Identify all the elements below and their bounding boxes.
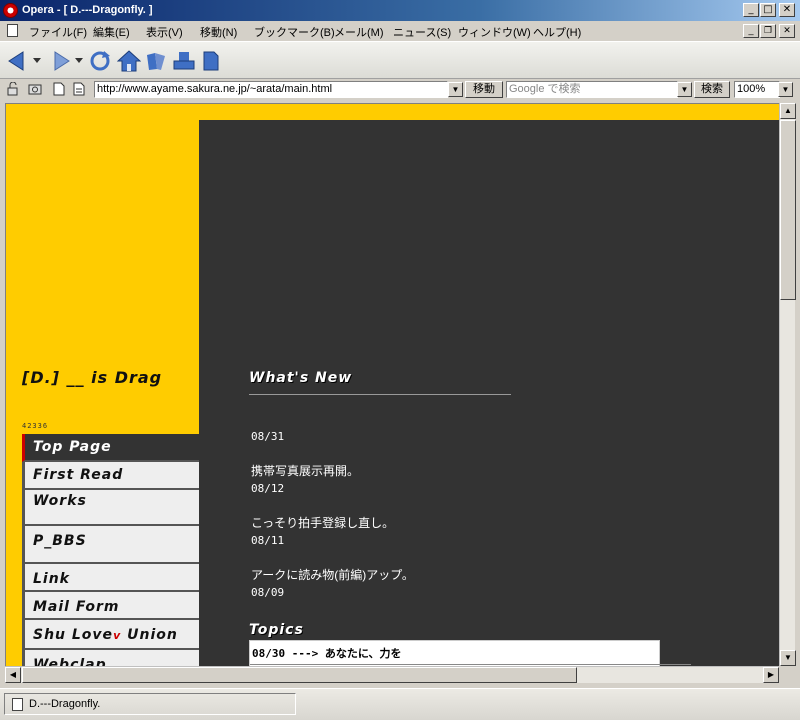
news-text: 携帯写真展示再開。	[251, 464, 360, 478]
forward-icon[interactable]	[48, 49, 72, 73]
news-date: 08/09	[251, 586, 285, 599]
menu-edit[interactable]: 編集(E)	[93, 24, 130, 40]
close-button[interactable]: ✕	[779, 3, 795, 17]
home-icon[interactable]	[116, 49, 142, 73]
nav-union-label: Union	[121, 627, 178, 643]
page-status-icon	[12, 698, 23, 711]
search-input[interactable]: Google で検索	[506, 81, 678, 98]
menu-help[interactable]: ヘルプ(H)	[533, 24, 581, 40]
nav-webclap[interactable]: Webclap	[22, 650, 202, 666]
back-history-icon[interactable]	[32, 49, 42, 73]
whats-new-heading: What's New	[249, 370, 353, 386]
nav-shu-love-label: Shu Love	[33, 627, 114, 643]
address-dropdown-button[interactable]: ▼	[448, 82, 463, 97]
search-engine-dropdown-button[interactable]: ▼	[677, 82, 692, 97]
scroll-right-button[interactable]: ▶	[763, 667, 779, 683]
forward-history-icon[interactable]	[74, 49, 84, 73]
horizontal-scroll-thumb[interactable]	[22, 667, 577, 683]
print-icon[interactable]	[172, 49, 196, 73]
mdi-minimize-button[interactable]: _	[743, 24, 759, 38]
maximize-button[interactable]: □	[760, 3, 776, 17]
news-list: 08/31 携帯写真展示再開。 08/12 こっそり拍手登録し直し。 08/11…	[251, 430, 551, 600]
search-button[interactable]: 検索	[694, 81, 730, 98]
security-lock-icon[interactable]	[6, 82, 20, 96]
go-button[interactable]: 移動	[465, 81, 503, 98]
topics-divider	[250, 664, 691, 665]
news-text: こっそり拍手登録し直し。	[251, 516, 395, 530]
opera-logo-icon	[3, 3, 18, 18]
new-page-icon[interactable]	[52, 82, 66, 96]
nav-mail-form[interactable]: Mail Form	[22, 592, 202, 620]
navigation-toolbar	[0, 41, 800, 79]
nav-first-read[interactable]: First Read	[22, 462, 202, 490]
status-bar: D.---Dragonfly.	[0, 688, 800, 720]
zoom-input[interactable]: 100%	[734, 81, 780, 98]
search-placeholder: Google で検索	[509, 83, 581, 95]
back-icon[interactable]	[6, 49, 30, 73]
page-icon[interactable]	[200, 49, 222, 73]
address-toolbar: http://www.ayame.sakura.ne.jp/~arata/mai…	[0, 79, 800, 101]
page-viewport[interactable]: [D.] __ is Drag 42336 Top Page First Rea…	[5, 103, 779, 666]
menu-mail[interactable]: メール(M)	[334, 24, 384, 40]
news-date: 08/12	[251, 482, 285, 495]
menu-file[interactable]: ファイル(F)	[29, 24, 87, 40]
status-panel: D.---Dragonfly.	[4, 693, 296, 715]
vertical-scroll-thumb[interactable]	[780, 120, 796, 300]
site-navigation: Top Page First Read Works P_BBS Link Mai…	[22, 434, 202, 666]
mdi-close-button[interactable]: ✕	[779, 24, 795, 38]
site-title: [D.] __ is Drag	[22, 368, 163, 387]
content-panel: What's New 08/31 携帯写真展示再開。 08/12 こっそり拍手登…	[199, 120, 779, 666]
page-info-icon[interactable]	[72, 82, 86, 96]
menu-bar: ファイル(F) 編集(E) 表示(V) 移動(N) ブックマーク(B) メール(…	[0, 21, 800, 41]
minimize-button[interactable]: _	[743, 3, 759, 17]
nav-p-bbs[interactable]: P_BBS	[22, 526, 202, 564]
menu-news[interactable]: ニュース(S)	[393, 24, 451, 40]
reload-icon[interactable]	[88, 49, 112, 73]
heart-mark: v	[113, 629, 122, 642]
menu-bookmarks[interactable]: ブックマーク(B)	[254, 24, 335, 40]
title-bar: Opera - [ D.---Dragonfly. ] _ □ ✕	[0, 0, 800, 21]
address-input[interactable]: http://www.ayame.sakura.ne.jp/~arata/mai…	[94, 81, 448, 98]
zoom-dropdown-button[interactable]: ▼	[778, 82, 793, 97]
news-date: 08/31	[251, 430, 285, 443]
scroll-down-button[interactable]: ▼	[780, 650, 796, 666]
news-date: 08/11	[251, 534, 285, 547]
nav-works[interactable]: Works	[22, 490, 202, 526]
visitor-counter: 42336	[22, 422, 49, 430]
menu-window[interactable]: ウィンドウ(W)	[458, 24, 531, 40]
whats-new-divider	[249, 394, 511, 395]
scroll-up-button[interactable]: ▲	[780, 103, 796, 119]
menu-navigate[interactable]: 移動(N)	[200, 24, 237, 40]
nav-top-page[interactable]: Top Page	[22, 434, 202, 462]
camera-icon[interactable]	[28, 82, 42, 96]
window-title: Opera - [ D.---Dragonfly. ]	[22, 4, 153, 16]
horizontal-scrollbar[interactable]: ◀ ▶	[5, 666, 779, 683]
mdi-restore-button[interactable]: ❐	[760, 24, 776, 38]
topics-row[interactable]: 08/30 ---> あなたに、力を	[252, 645, 402, 661]
document-icon[interactable]	[7, 24, 18, 37]
menu-view[interactable]: 表示(V)	[146, 24, 183, 40]
vertical-scrollbar[interactable]: ▲ ▼	[779, 103, 796, 666]
news-text: アークに読み物(前編)アップ。	[251, 568, 414, 582]
status-text: D.---Dragonfly.	[29, 698, 101, 710]
topics-heading: Topics	[249, 622, 304, 638]
nav-link[interactable]: Link	[22, 564, 202, 592]
scroll-left-button[interactable]: ◀	[5, 667, 21, 683]
hotlist-icon[interactable]	[144, 49, 168, 73]
scrollbar-corner	[779, 666, 795, 683]
nav-shu-love-union[interactable]: Shu Lovev Union	[22, 620, 202, 650]
topics-box: 08/30 ---> あなたに、力を	[249, 640, 691, 666]
